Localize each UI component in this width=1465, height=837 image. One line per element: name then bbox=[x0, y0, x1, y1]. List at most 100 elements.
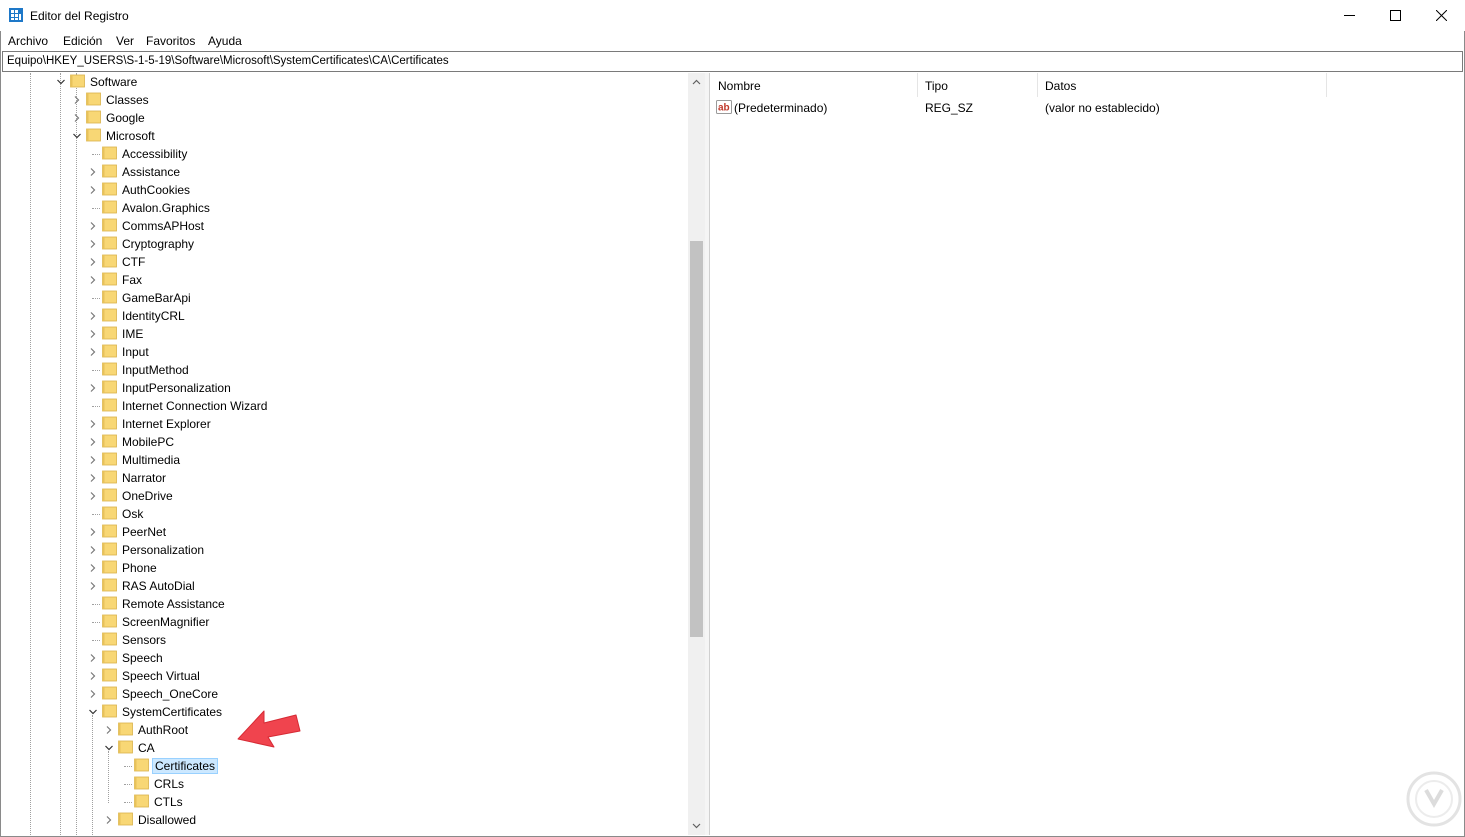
close-button[interactable] bbox=[1418, 0, 1464, 31]
tree-item[interactable]: Internet Connection Wizard bbox=[2, 397, 687, 415]
tree-item[interactable]: Cryptography bbox=[2, 235, 687, 253]
tree-item[interactable]: Fax bbox=[2, 271, 687, 289]
tree-item[interactable]: Personalization bbox=[2, 541, 687, 559]
tree-item[interactable]: SystemCertificates bbox=[2, 703, 687, 721]
tree-item[interactable]: Assistance bbox=[2, 163, 687, 181]
menu-edicion[interactable]: Edición bbox=[63, 34, 102, 48]
column-header-datos[interactable]: Datos bbox=[1037, 73, 1327, 97]
tree-item[interactable]: AuthRoot bbox=[2, 721, 687, 739]
chevron-right-icon[interactable] bbox=[72, 95, 82, 105]
chevron-right-icon[interactable] bbox=[88, 545, 98, 555]
folder-icon bbox=[102, 470, 117, 484]
tree-item[interactable]: InputPersonalization bbox=[2, 379, 687, 397]
chevron-right-icon[interactable] bbox=[88, 563, 98, 573]
chevron-right-icon[interactable] bbox=[88, 257, 98, 267]
chevron-right-icon[interactable] bbox=[88, 347, 98, 357]
chevron-down-icon[interactable] bbox=[104, 743, 114, 753]
chevron-right-icon[interactable] bbox=[88, 455, 98, 465]
menu-archivo[interactable]: Archivo bbox=[8, 34, 48, 48]
tree-item[interactable]: ScreenMagnifier bbox=[2, 613, 687, 631]
tree-item-label: PeerNet bbox=[122, 525, 167, 539]
tree-item[interactable]: Speech bbox=[2, 649, 687, 667]
folder-icon bbox=[102, 218, 117, 232]
tree-item[interactable]: Input bbox=[2, 343, 687, 361]
chevron-right-icon[interactable] bbox=[88, 239, 98, 249]
scrollbar-thumb[interactable] bbox=[690, 241, 703, 637]
chevron-right-icon[interactable] bbox=[88, 221, 98, 231]
chevron-right-icon[interactable] bbox=[88, 527, 98, 537]
value-row[interactable]: ab (Predeterminado) REG_SZ (valor no est… bbox=[710, 97, 1330, 117]
tree-item[interactable]: Phone bbox=[2, 559, 687, 577]
tree-item[interactable]: IdentityCRL bbox=[2, 307, 687, 325]
tree-item[interactable]: OneDrive bbox=[2, 487, 687, 505]
tree-item[interactable]: CTF bbox=[2, 253, 687, 271]
menu-ayuda[interactable]: Ayuda bbox=[208, 34, 242, 48]
tree-scrollbar[interactable] bbox=[688, 73, 705, 835]
chevron-right-icon[interactable] bbox=[88, 437, 98, 447]
minimize-button[interactable] bbox=[1326, 0, 1372, 31]
tree-item[interactable]: GameBarApi bbox=[2, 289, 687, 307]
tree-item-label: Classes bbox=[106, 93, 149, 107]
tree-item[interactable]: Accessibility bbox=[2, 145, 687, 163]
chevron-right-icon[interactable] bbox=[88, 419, 98, 429]
menu-favoritos[interactable]: Favoritos bbox=[146, 34, 195, 48]
tree-item[interactable]: Speech_OneCore bbox=[2, 685, 687, 703]
tree-item[interactable]: InputMethod bbox=[2, 361, 687, 379]
folder-icon bbox=[102, 578, 117, 592]
chevron-right-icon[interactable] bbox=[88, 275, 98, 285]
chevron-right-icon[interactable] bbox=[88, 311, 98, 321]
chevron-right-icon[interactable] bbox=[88, 185, 98, 195]
chevron-down-icon[interactable] bbox=[88, 707, 98, 717]
chevron-right-icon[interactable] bbox=[104, 815, 114, 825]
tree-item[interactable]: Certificates bbox=[2, 757, 687, 775]
chevron-right-icon[interactable] bbox=[88, 329, 98, 339]
chevron-right-icon[interactable] bbox=[88, 689, 98, 699]
tree-item[interactable]: Multimedia bbox=[2, 451, 687, 469]
tree-item[interactable]: CA bbox=[2, 739, 687, 757]
tree-item[interactable]: AuthCookies bbox=[2, 181, 687, 199]
chevron-right-icon[interactable] bbox=[88, 653, 98, 663]
tree-item[interactable]: Software bbox=[2, 73, 687, 91]
tree-item[interactable]: Microsoft bbox=[2, 127, 687, 145]
tree-item[interactable]: PeerNet bbox=[2, 523, 687, 541]
chevron-down-icon[interactable] bbox=[56, 77, 66, 87]
column-header-nombre[interactable]: Nombre bbox=[710, 73, 918, 97]
tree-item[interactable]: CTLs bbox=[2, 793, 687, 811]
chevron-right-icon[interactable] bbox=[88, 491, 98, 501]
chevron-right-icon[interactable] bbox=[88, 581, 98, 591]
tree-item[interactable]: CommsAPHost bbox=[2, 217, 687, 235]
tree-item[interactable]: Avalon.Graphics bbox=[2, 199, 687, 217]
tree-item-label: Narrator bbox=[122, 471, 167, 485]
tree-item-label: Internet Connection Wizard bbox=[122, 399, 268, 413]
maximize-button[interactable] bbox=[1372, 0, 1418, 31]
tree-item[interactable]: Internet Explorer bbox=[2, 415, 687, 433]
menu-ver[interactable]: Ver bbox=[116, 34, 134, 48]
chevron-right-icon[interactable] bbox=[104, 725, 114, 735]
tree-item[interactable]: Osk bbox=[2, 505, 687, 523]
tree-item[interactable]: RAS AutoDial bbox=[2, 577, 687, 595]
tree-item-label: Disallowed bbox=[138, 813, 197, 827]
tree-item[interactable]: MobilePC bbox=[2, 433, 687, 451]
address-bar[interactable]: Equipo\HKEY_USERS\S-1-5-19\Software\Micr… bbox=[2, 51, 1463, 72]
tree-item[interactable]: Sensors bbox=[2, 631, 687, 649]
chevron-right-icon[interactable] bbox=[88, 473, 98, 483]
tree-item[interactable]: Narrator bbox=[2, 469, 687, 487]
tree-item[interactable]: CRLs bbox=[2, 775, 687, 793]
chevron-down-icon[interactable] bbox=[72, 131, 82, 141]
scroll-down-arrow-icon[interactable] bbox=[692, 821, 701, 830]
tree-item[interactable]: IME bbox=[2, 325, 687, 343]
scroll-up-arrow-icon[interactable] bbox=[692, 78, 701, 87]
tree-item[interactable]: Classes bbox=[2, 91, 687, 109]
chevron-right-icon[interactable] bbox=[88, 167, 98, 177]
folder-icon bbox=[70, 74, 85, 88]
chevron-right-icon[interactable] bbox=[88, 383, 98, 393]
tree-item[interactable]: Google bbox=[2, 109, 687, 127]
chevron-right-icon[interactable] bbox=[72, 113, 82, 123]
tree-item[interactable]: Speech Virtual bbox=[2, 667, 687, 685]
chevron-right-icon[interactable] bbox=[88, 671, 98, 681]
tree-item[interactable]: Remote Assistance bbox=[2, 595, 687, 613]
column-header-tipo[interactable]: Tipo bbox=[917, 73, 1038, 97]
folder-icon bbox=[86, 110, 101, 124]
folder-icon bbox=[102, 146, 117, 160]
tree-item[interactable]: Disallowed bbox=[2, 811, 687, 829]
